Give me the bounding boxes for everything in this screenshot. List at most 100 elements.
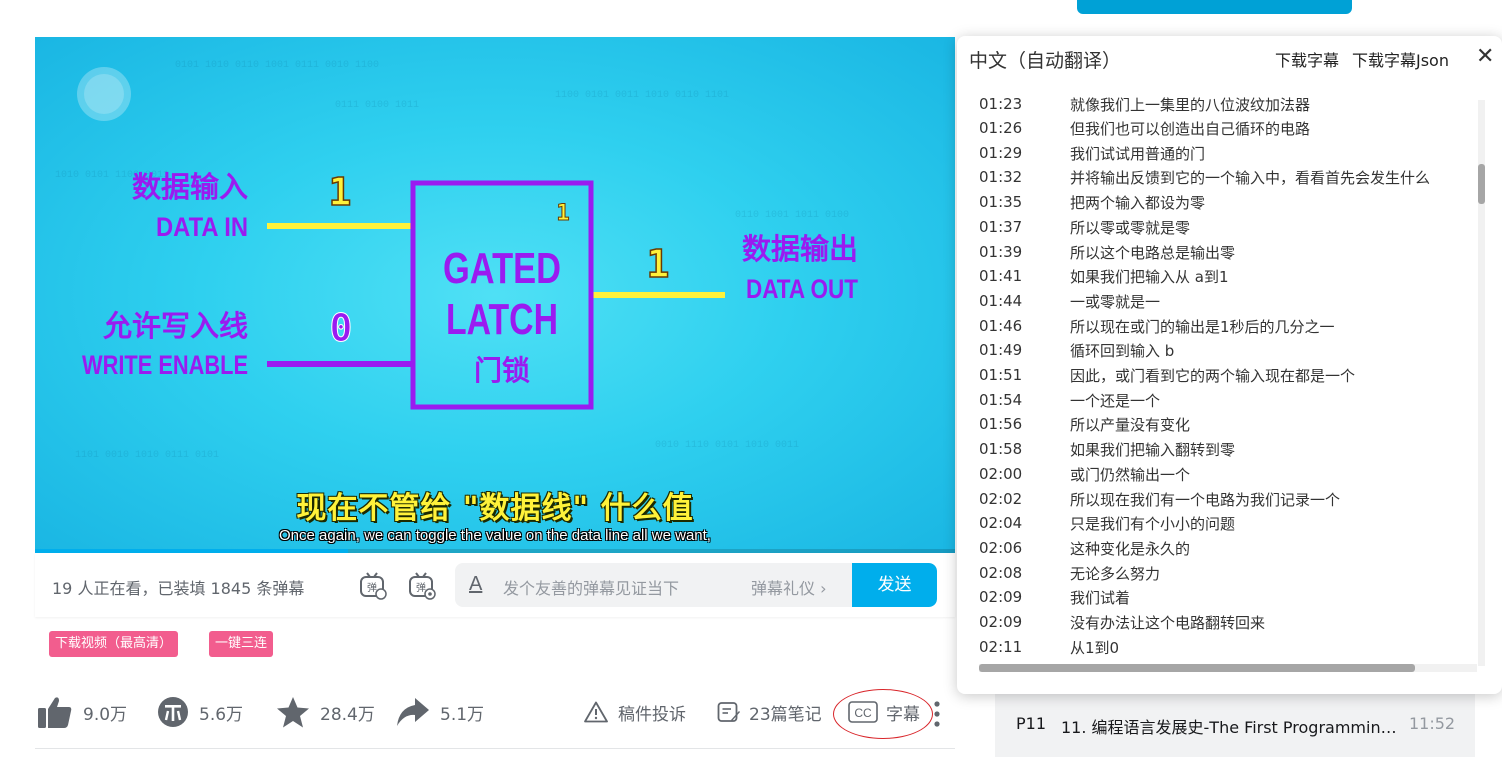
- subtitle-vertical-scroll-thumb[interactable]: [1478, 164, 1485, 204]
- subtitle-time: 02:08: [979, 563, 1023, 582]
- thumbs-up-icon: [38, 697, 72, 728]
- favorite-button[interactable]: 28.4万: [276, 694, 375, 730]
- data-in-cn: 数据输入: [132, 170, 248, 204]
- subtitle-text: 一或零就是一: [1070, 292, 1161, 311]
- subtitle-text: 所以现在或门的输出是1秒后的几分之一: [1070, 317, 1335, 336]
- subtitle-row[interactable]: 01:49 循环回到输入 b: [957, 338, 1477, 362]
- subtitle-text: 从1到0: [1070, 638, 1120, 657]
- danmaku-input[interactable]: A 发个友善的弹幕见证当下 弹幕礼仪 › 发送: [455, 563, 937, 607]
- download-video-button[interactable]: 下载视频（最高清）: [49, 631, 179, 657]
- subtitle-list[interactable]: 01:23 就像我们上一集里的八位波纹加法器 01:26 但我们也可以创造出自己循…: [957, 96, 1477, 666]
- video-player[interactable]: 0101 1010 0110 1001 0111 0010 1100 1100 …: [35, 37, 955, 553]
- subtitle-row[interactable]: 01:29 我们试试用普通的门: [957, 141, 1477, 165]
- subtitle-time: 02:00: [979, 464, 1023, 483]
- subtitle-row[interactable]: 02:00 或门仍然输出一个: [957, 462, 1477, 486]
- subtitle-time: 01:26: [979, 119, 1023, 137]
- subtitle-time: 01:49: [979, 341, 1023, 360]
- danmaku-settings-icon[interactable]: 弹: [407, 571, 437, 601]
- subtitle-row[interactable]: 02:09 我们试着: [957, 585, 1477, 609]
- subtitle-time: 01:54: [979, 390, 1023, 409]
- download-subtitles-json-button[interactable]: 下载字幕Json: [1352, 47, 1449, 71]
- download-subtitles-button[interactable]: 下载字幕: [1275, 47, 1339, 71]
- subtitle-row-partial[interactable]: 01:23 就像我们上一集里的八位波纹加法器: [957, 96, 1477, 116]
- subtitle-row[interactable]: 01:46 所以现在或门的输出是1秒后的几分之一: [957, 314, 1477, 338]
- svg-text:0101 1010 0110 1001 0111 0010: 0101 1010 0110 1001 0111 0010 1100: [175, 60, 379, 71]
- close-icon[interactable]: ✕: [1476, 44, 1494, 69]
- report-button[interactable]: 稿件投诉: [584, 694, 686, 730]
- like-button[interactable]: 9.0万: [37, 694, 127, 730]
- report-label: 稿件投诉: [618, 704, 686, 725]
- svg-text:0110 1001 1011 0100: 0110 1001 1011 0100: [735, 210, 849, 221]
- subtitle-text: 把两个输入都设为零: [1070, 194, 1206, 213]
- warning-icon: [584, 701, 608, 723]
- box-corner-value: 1: [556, 201, 569, 226]
- notes-button[interactable]: 23篇笔记: [717, 694, 822, 730]
- subtitle-english: Once again, we can toggle the value on t…: [279, 527, 711, 544]
- more-options-icon[interactable]: [933, 700, 941, 728]
- danmaku-etiquette-link[interactable]: 弹幕礼仪 ›: [751, 575, 827, 599]
- subtitle-time: 01:29: [979, 143, 1023, 162]
- data-out-en: DATA OUT: [746, 274, 858, 304]
- subtitle-text: 如果我们把输入从 a到1: [1070, 268, 1229, 287]
- subtitle-text: 循环回到输入 b: [1070, 342, 1175, 361]
- subtitle-time: 01:41: [979, 267, 1023, 286]
- subtitle-row[interactable]: 01:44 一或零就是一: [957, 289, 1477, 313]
- data-out-cn: 数据输出: [742, 232, 858, 266]
- triple-action-button[interactable]: 一键三连: [209, 631, 274, 657]
- subtitle-row[interactable]: 02:08 无论多么努力: [957, 561, 1477, 585]
- subtitle-text: 这种变化是永久的: [1070, 539, 1191, 558]
- share-button[interactable]: 5.1万: [396, 694, 484, 730]
- star-icon: [277, 697, 309, 728]
- font-style-icon[interactable]: A: [469, 573, 482, 596]
- coin-count: 5.6万: [199, 704, 244, 725]
- write-enable-en: WRITE ENABLE: [82, 350, 248, 380]
- subtitle-row[interactable]: 02:04 只是我们有个小小的问题: [957, 511, 1477, 535]
- svg-text:0111 0100 1011: 0111 0100 1011: [335, 100, 419, 111]
- coin-button[interactable]: 5.6万: [157, 694, 243, 730]
- subtitle-time: 02:06: [979, 538, 1023, 557]
- subtitle-time: 01:39: [979, 242, 1023, 261]
- subtitle-text: 因此，或门看到它的两个输入现在都是一个: [1070, 367, 1356, 385]
- subtitle-time: 02:04: [979, 514, 1023, 533]
- write-enable-value: 0: [330, 306, 353, 350]
- top-blue-button[interactable]: [1077, 0, 1352, 14]
- subtitle-row[interactable]: 01:51 因此，或门看到它的两个输入现在都是一个: [957, 363, 1477, 387]
- subtitle-row[interactable]: 01:37 所以零或零就是零: [957, 215, 1477, 239]
- subtitle-row[interactable]: 02:11 从1到0: [957, 635, 1477, 659]
- page-root: 0101 1010 0110 1001 0111 0010 1100 1100 …: [0, 0, 1502, 757]
- playlist-item[interactable]: P11 11. 编程语言发展史-The First Programming La…: [995, 694, 1475, 757]
- subtitle-row[interactable]: 01:26 但我们也可以创造出自己循环的电路: [957, 116, 1477, 140]
- subtitle-time: 01:44: [979, 291, 1023, 310]
- viewer-count: 19 人正在看，已装填 1845 条弹幕: [52, 579, 305, 598]
- subtitle-row[interactable]: 02:06 这种变化是永久的: [957, 536, 1477, 560]
- subtitle-row[interactable]: 01:35 把两个输入都设为零: [957, 190, 1477, 214]
- subtitle-row[interactable]: 01:58 如果我们把输入翻转到零: [957, 437, 1477, 461]
- subtitle-time: 02:09: [979, 613, 1023, 631]
- subtitle-horizontal-scroll-thumb[interactable]: [979, 664, 1415, 672]
- subtitle-row[interactable]: 01:54 一个还是一个: [957, 388, 1477, 412]
- send-button[interactable]: 发送: [852, 563, 937, 607]
- subtitle-text: 我们试试用普通的门: [1070, 144, 1206, 163]
- subtitle-text: 一个还是一个: [1070, 391, 1161, 410]
- svg-text:1101 0010 1010 0111 0101: 1101 0010 1010 0111 0101: [75, 450, 219, 461]
- toolbar-divider: [35, 748, 955, 749]
- subtitle-row[interactable]: 02:09 没有办法让这个电路翻转回来: [957, 610, 1477, 634]
- subtitle-time: 01:32: [979, 168, 1023, 187]
- subtitle-time: 01:23: [979, 96, 1023, 113]
- notes-label: 23篇笔记: [749, 704, 822, 725]
- favorite-count: 28.4万: [320, 704, 375, 725]
- highlight-circle: [833, 689, 933, 739]
- subtitle-row[interactable]: 01:39 所以这个电路总是输出零: [957, 240, 1477, 264]
- subtitle-time: 01:58: [979, 440, 1023, 459]
- danmaku-placeholder: 发个友善的弹幕见证当下: [503, 579, 680, 598]
- subtitle-row[interactable]: 01:56 所以产量没有变化: [957, 412, 1477, 436]
- subtitle-row[interactable]: 01:41 如果我们把输入从 a到1: [957, 264, 1477, 288]
- share-count: 5.1万: [440, 704, 485, 725]
- danmaku-toggle-icon[interactable]: 弹: [358, 571, 388, 601]
- svg-text:0010 1110 0101 1010 0011: 0010 1110 0101 1010 0011: [655, 440, 799, 451]
- subtitle-panel-title: 中文（自动翻译）: [969, 50, 1122, 72]
- subtitle-text: 没有办法让这个电路翻转回来: [1070, 614, 1266, 632]
- subtitle-row[interactable]: 01:32 并将输出反馈到它的一个输入中，看看首先会发生什么: [957, 165, 1477, 189]
- box-line1: GATED: [443, 244, 561, 293]
- subtitle-row[interactable]: 02:02 所以现在我们有一个电路为我们记录一个: [957, 487, 1477, 511]
